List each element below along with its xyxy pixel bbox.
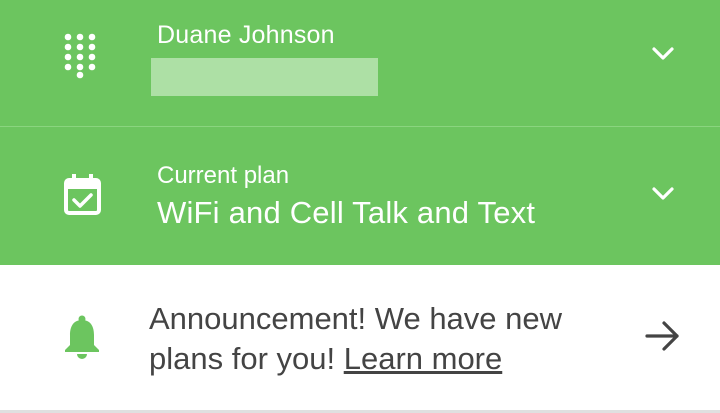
learn-more-link[interactable]: Learn more bbox=[344, 341, 503, 376]
announcement-banner[interactable]: Announcement! We have new plans for you!… bbox=[0, 265, 720, 411]
bell-icon bbox=[65, 315, 99, 359]
plan-name: WiFi and Cell Talk and Text bbox=[157, 195, 536, 230]
plan-caption: Current plan bbox=[157, 162, 290, 189]
account-name: Duane Johnson bbox=[157, 21, 335, 49]
redacted-phone-number bbox=[151, 58, 378, 96]
calendar-check-icon bbox=[64, 174, 101, 215]
dialpad-icon bbox=[64, 33, 96, 79]
arrow-right-icon[interactable] bbox=[645, 319, 681, 353]
account-panel[interactable]: Duane Johnson bbox=[0, 0, 720, 126]
chevron-down-icon[interactable] bbox=[648, 179, 678, 209]
current-plan-panel[interactable]: Current plan WiFi and Cell Talk and Text bbox=[0, 127, 720, 265]
announcement-text: Announcement! We have new plans for you!… bbox=[149, 299, 619, 379]
chevron-down-icon[interactable] bbox=[648, 39, 678, 69]
